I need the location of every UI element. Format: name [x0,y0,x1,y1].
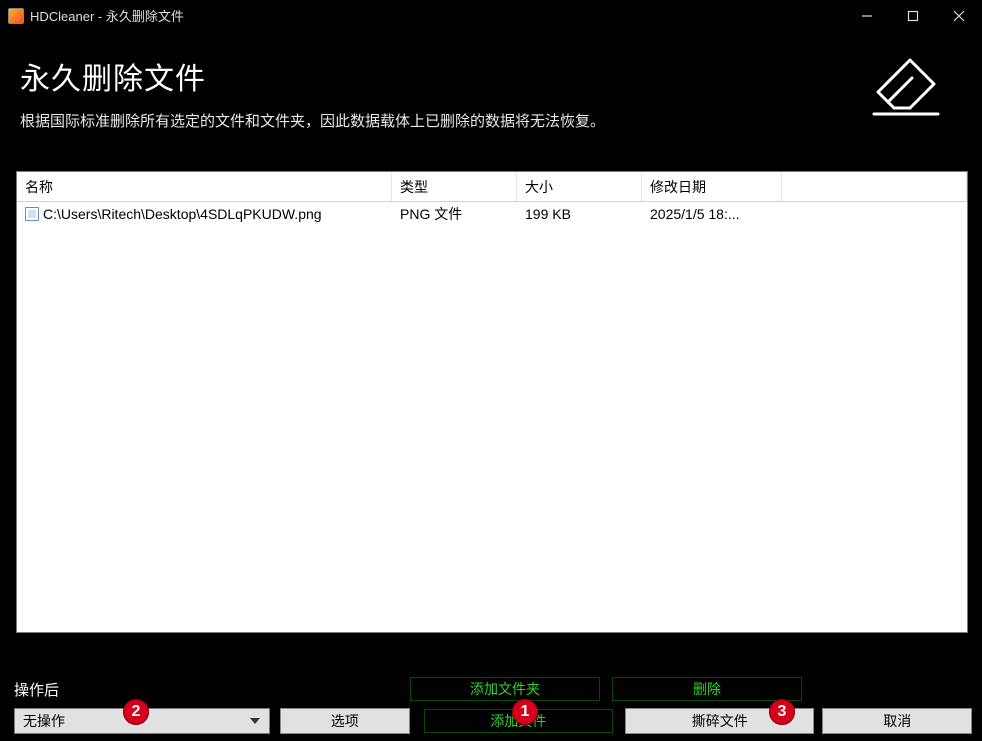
col-header-type[interactable]: 类型 [392,172,517,201]
file-type-icon [25,207,39,221]
window-title: HDCleaner - 永久删除文件 [30,6,184,25]
maximize-icon [907,10,919,22]
close-icon [953,10,965,22]
col-header-size[interactable]: 大小 [517,172,642,201]
col-header-date[interactable]: 修改日期 [642,172,782,201]
page-header: 永久删除文件 根据国际标准删除所有选定的文件和文件夹，因此数据载体上已删除的数据… [0,32,982,131]
file-table: 名称 类型 大小 修改日期 C:\Users\Ritech\Desktop\4S… [16,171,968,633]
minimize-icon [861,10,873,22]
page-title: 永久删除文件 [20,54,846,98]
add-folder-button[interactable]: 添加文件夹 [410,677,600,701]
annotation-badge-1: 1 [512,699,538,725]
eraser-icon [866,54,946,124]
post-op-label: 操作后 [14,679,410,700]
cell-name: C:\Users\Ritech\Desktop\4SDLqPKUDW.png [43,206,322,222]
maximize-button[interactable] [890,0,936,32]
table-header: 名称 类型 大小 修改日期 [17,172,967,202]
col-header-rest [782,172,967,201]
titlebar: HDCleaner - 永久删除文件 [0,0,982,32]
cell-type: PNG 文件 [400,204,462,224]
delete-button[interactable]: 删除 [612,677,802,701]
minimize-button[interactable] [844,0,890,32]
annotation-badge-3: 3 [769,699,795,725]
cell-date: 2025/1/5 18:... [650,206,740,222]
page-subtitle: 根据国际标准删除所有选定的文件和文件夹，因此数据载体上已删除的数据将无法恢复。 [20,110,846,131]
table-row[interactable]: C:\Users\Ritech\Desktop\4SDLqPKUDW.png P… [17,202,967,226]
table-body[interactable]: C:\Users\Ritech\Desktop\4SDLqPKUDW.png P… [17,202,967,632]
annotation-badge-2: 2 [123,699,149,725]
options-button[interactable]: 选项 [280,708,410,734]
cell-size: 199 KB [525,206,571,222]
app-icon [8,8,24,24]
cancel-button[interactable]: 取消 [822,708,972,734]
col-header-name[interactable]: 名称 [17,172,392,201]
close-button[interactable] [936,0,982,32]
